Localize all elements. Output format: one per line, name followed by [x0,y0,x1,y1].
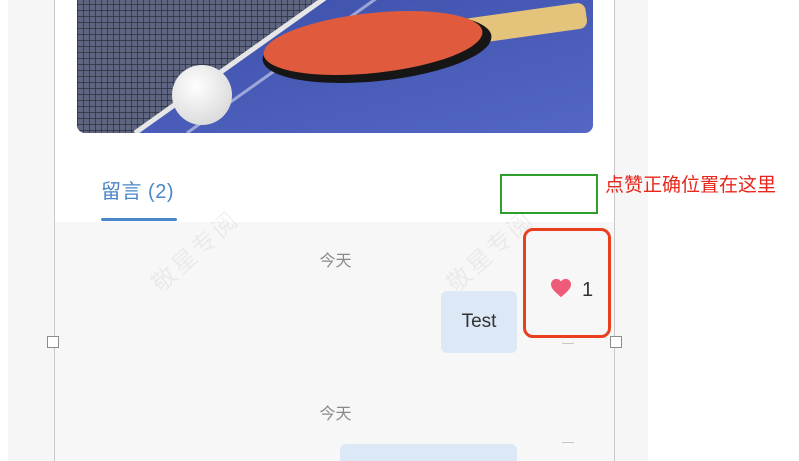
divider [562,442,574,443]
tab-comments[interactable]: 留言 (2) [101,175,174,204]
message-bubble[interactable] [340,444,517,461]
heart-icon [550,278,572,303]
like-count: 1 [582,279,594,301]
date-separator: 今天 [319,406,352,423]
correct-like-position-marker [500,174,598,214]
resize-handle-left[interactable] [47,336,59,348]
divider [562,343,574,344]
like-button[interactable]: 1 [550,278,593,303]
active-tab-indicator [101,218,177,221]
ping-pong-photo [77,0,593,133]
screenshot: 留言 (2) 敬星专阅 敬星专阅 今天 Test 今天 1 点赞正确位置在这里 [0,0,799,461]
message-text: Test [461,311,497,332]
annotation-note: 点赞正确位置在这里 [605,175,777,196]
resize-handle-right[interactable] [610,336,622,348]
message-bubble[interactable]: Test [441,291,517,353]
hero-image [77,0,593,133]
